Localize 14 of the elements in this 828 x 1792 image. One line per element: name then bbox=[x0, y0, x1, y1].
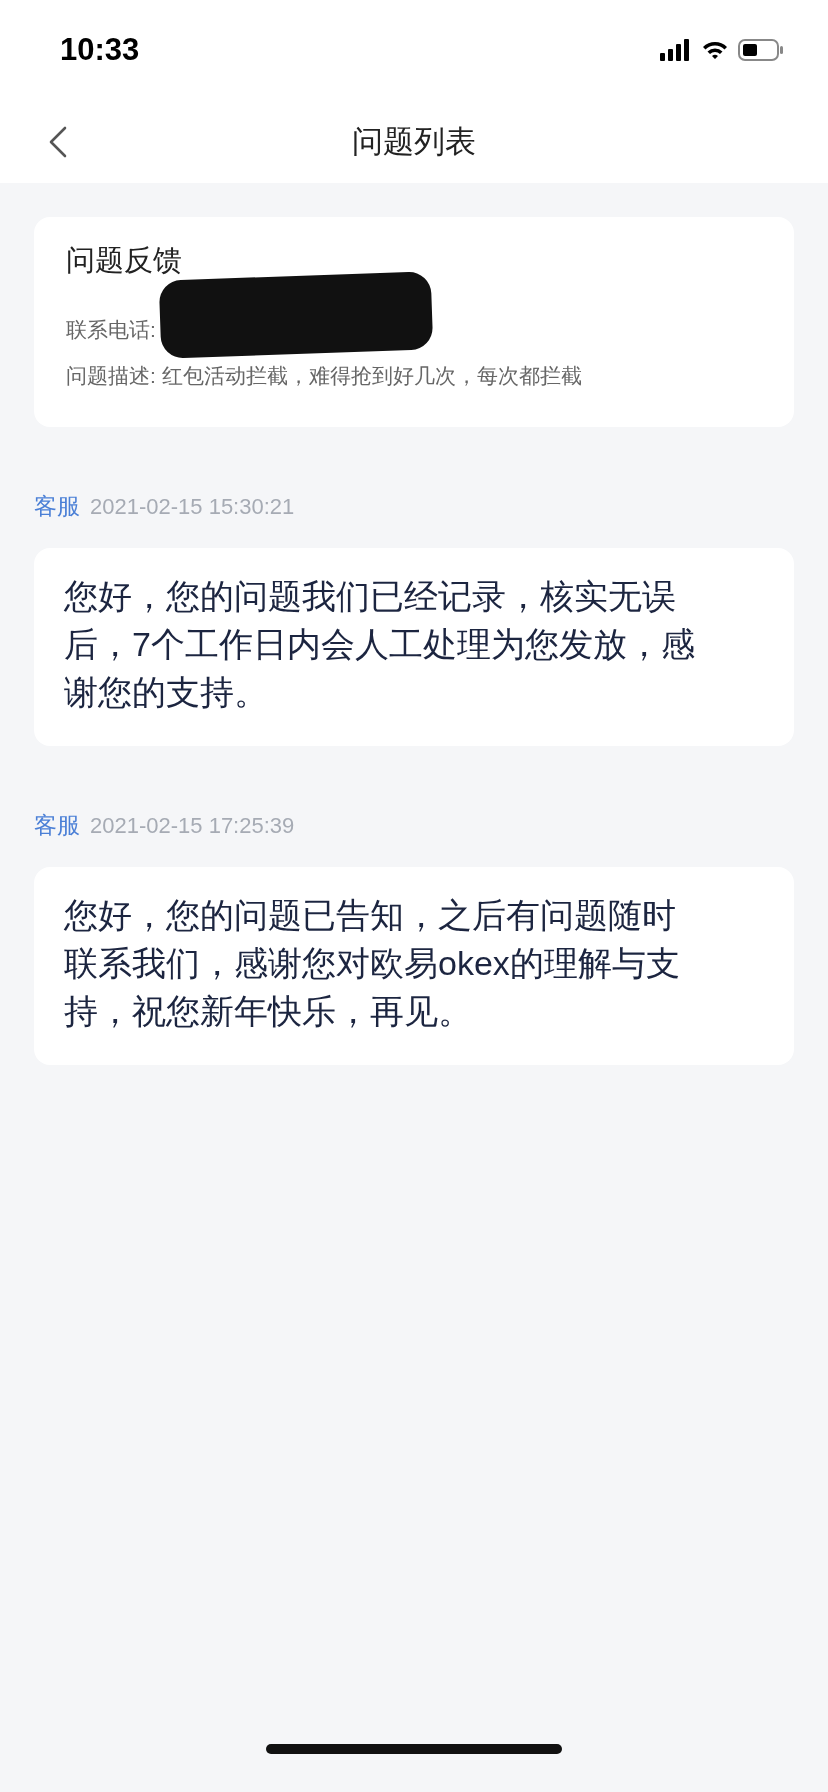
feedback-title: 问题反馈 bbox=[66, 243, 183, 278]
sender-label: 客服 bbox=[34, 811, 80, 840]
phone-label: 联系电话: bbox=[66, 317, 156, 343]
sender-label: 客服 bbox=[34, 492, 80, 521]
signal-icon bbox=[660, 39, 692, 61]
status-time: 10:33 bbox=[60, 32, 140, 68]
page-title: 问题列表 bbox=[352, 122, 476, 161]
message-text: 您好，您的问题已告知，之后有问题随时联系我们，感谢您对欧易okex的理解与支持，祝您新年快乐，再见。 bbox=[64, 895, 681, 1032]
message-text: 您好，您的问题我们已经记录，核实无误后，7个工作日内会人工处理为您发放，感谢您的支持。 bbox=[64, 576, 696, 713]
reply-time: 2021-02-15 15:30:21 bbox=[90, 494, 295, 520]
battery-icon bbox=[738, 39, 784, 61]
problem-description: 问题描述: 红包活动拦截，难得抢到好几次，每次都拦截 bbox=[66, 363, 582, 389]
reply-time: 2021-02-15 17:25:39 bbox=[90, 813, 295, 839]
wifi-icon bbox=[702, 40, 728, 60]
